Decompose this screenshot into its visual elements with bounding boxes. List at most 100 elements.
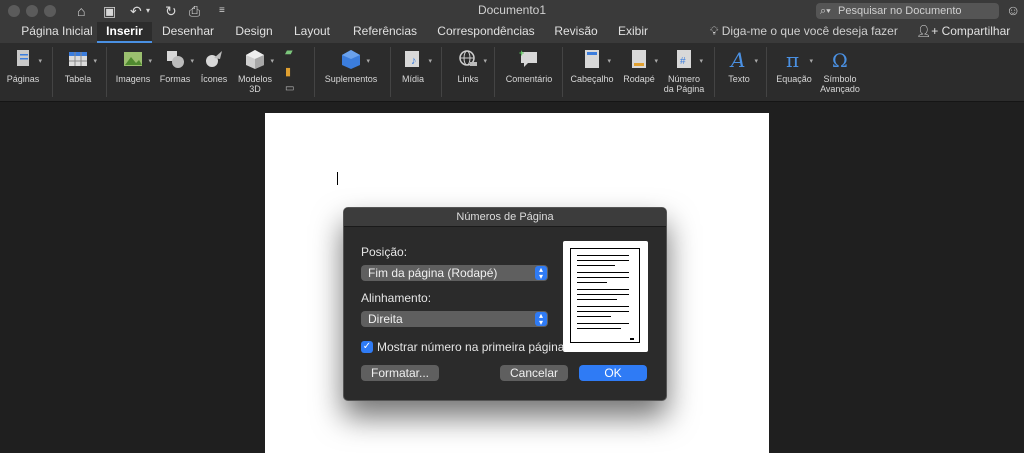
svg-text:♪: ♪ <box>411 55 417 67</box>
tab-layout[interactable]: Layout <box>288 22 336 43</box>
svg-text:π: π <box>786 48 799 70</box>
comment-icon: + <box>518 48 540 70</box>
images-button[interactable]: ▾ Imagens <box>113 45 153 84</box>
footer-button[interactable]: ▾ Rodapé <box>620 45 658 84</box>
equation-button[interactable]: π ▾ Equação <box>774 45 814 84</box>
header-icon: ▾ <box>581 48 611 70</box>
header-button[interactable]: ▾ Cabeçalho <box>566 45 618 84</box>
position-select[interactable]: Fim da página (Rodapé) ▴ ▾ <box>361 265 548 281</box>
text-button[interactable]: A ▾ Texto <box>722 45 758 84</box>
cube-icon: ▾ <box>244 48 274 70</box>
search-input[interactable]: ⌕▾ Pesquisar no Documento <box>816 3 999 19</box>
ribbon-separator <box>314 47 315 97</box>
tab-inserir[interactable]: Inserir <box>97 22 152 43</box>
globe-link-icon: ▾ <box>457 48 487 70</box>
ok-button[interactable]: OK <box>579 365 647 381</box>
page-number-button[interactable]: # ▾ Número da Página <box>661 45 707 94</box>
ribbon-tabs: Página Inicial Inserir Desenhar Design L… <box>0 22 1024 43</box>
advanced-symbol-button[interactable]: Ω Símbolo Avançado <box>817 45 863 94</box>
links-button[interactable]: ▾ Links <box>452 45 487 84</box>
search-placeholder: Pesquisar no Documento <box>838 5 962 17</box>
smartart-icon[interactable]: ▰ <box>285 47 293 58</box>
page-numbers-dialog: Números de Página Posição: Fim da página… <box>343 207 667 401</box>
small-tools-group: ▰ ▮ ▭ <box>283 47 303 99</box>
alignment-select[interactable]: Direita ▴ ▾ <box>361 311 548 327</box>
tab-revisao[interactable]: Revisão <box>548 22 604 43</box>
screenshot-icon[interactable]: ▭ <box>285 83 294 94</box>
links-label: Links <box>457 74 479 84</box>
ribbon-separator <box>106 47 107 97</box>
table-label: Tabela <box>64 74 92 84</box>
ribbon-separator <box>441 47 442 97</box>
page-number-marker <box>630 338 634 340</box>
comment-label: Comentário <box>505 74 553 84</box>
add-ins-button[interactable]: ▾ Suplementos <box>320 45 382 84</box>
header-label: Cabeçalho <box>570 74 614 84</box>
share-button[interactable]: 👤︎+ Compartilhar <box>916 22 1010 43</box>
text-label: Texto <box>728 74 750 84</box>
updown-chevron-icon: ▴ ▾ <box>535 312 547 327</box>
pages-label: Páginas <box>6 74 40 84</box>
pages-icon: ▾ <box>12 48 42 70</box>
shapes-label: Formas <box>159 74 191 84</box>
icons-icon <box>203 48 225 70</box>
images-label: Imagens <box>115 74 151 84</box>
ribbon-separator <box>52 47 53 97</box>
3d-models-button[interactable]: ▾ Modelos 3D <box>234 45 276 94</box>
chart-icon[interactable]: ▮ <box>285 65 291 78</box>
tab-exibir[interactable]: Exibir <box>612 22 654 43</box>
page-number-label-1: Número <box>667 74 700 84</box>
add-person-icon: 👤︎+ <box>916 24 942 38</box>
icons-button[interactable]: Ícones <box>198 45 230 84</box>
add-ins-icon: ▾ <box>340 48 370 70</box>
text-a-icon: A ▾ <box>729 48 758 72</box>
tab-correspondencias[interactable]: Correspondências <box>432 22 540 43</box>
shapes-icon: ▾ <box>164 48 194 70</box>
show-first-page-checkbox[interactable]: ✓ <box>361 341 373 353</box>
ribbon-insert: ▾ Páginas ▾ Tabela ▾ Imagens ▾ Formas Íc… <box>0 43 1024 102</box>
pages-button[interactable]: ▾ Páginas <box>6 45 42 84</box>
omega-icon: Ω <box>829 48 851 72</box>
lightbulb-icon: 💡︎ <box>710 24 722 38</box>
dialog-title: Números de Página <box>344 208 666 227</box>
svg-text:#: # <box>680 56 686 67</box>
media-label: Mídia <box>401 74 424 84</box>
advanced-symbol-label-1: Símbolo <box>823 74 857 84</box>
cancel-button[interactable]: Cancelar <box>500 365 568 381</box>
svg-text:A: A <box>729 48 745 70</box>
position-value: Fim da página (Rodapé) <box>368 266 498 280</box>
tell-me-box[interactable]: 💡︎ Diga-me o que você deseja fazer <box>710 22 898 43</box>
tab-design[interactable]: Design <box>229 22 279 43</box>
alignment-label: Alinhamento: <box>361 291 432 305</box>
title-bar: ⌂ ▣ ↶ ▾ ↻ ⎙ ≡ Documento1 ⌕▾ Pesquisar no… <box>0 0 1024 22</box>
svg-text:Ω: Ω <box>832 50 848 70</box>
page-preview <box>563 241 648 352</box>
tab-referencias[interactable]: Referências <box>345 22 425 43</box>
media-icon: ♪ ▾ <box>402 48 432 70</box>
comment-button[interactable]: + Comentário <box>502 45 556 84</box>
media-button[interactable]: ♪ ▾ Mídia <box>398 45 432 84</box>
table-icon: ▾ <box>67 48 97 70</box>
position-label: Posição: <box>361 245 408 259</box>
page-number-label-2: da Página <box>663 84 705 94</box>
icons-label: Ícones <box>200 74 228 84</box>
3d-models-label-2: 3D <box>249 84 261 94</box>
show-first-page-label: Mostrar número na primeira página <box>377 340 565 354</box>
pi-icon: π ▾ <box>786 48 813 72</box>
format-button[interactable]: Formatar... <box>361 365 439 381</box>
ribbon-separator <box>766 47 767 97</box>
feedback-smiley-icon[interactable]: ☺ <box>1006 2 1020 18</box>
shapes-button[interactable]: ▾ Formas <box>158 45 194 84</box>
page-number-icon: # ▾ <box>673 48 703 70</box>
alignment-value: Direita <box>368 312 403 326</box>
footer-icon: ▾ <box>628 48 658 70</box>
table-button[interactable]: ▾ Tabela <box>61 45 97 84</box>
tab-pagina-inicial[interactable]: Página Inicial <box>8 22 106 43</box>
3d-models-label-1: Modelos <box>237 74 273 84</box>
tab-desenhar[interactable]: Desenhar <box>157 22 219 43</box>
updown-chevron-icon: ▴ ▾ <box>535 266 547 281</box>
ribbon-separator <box>390 47 391 97</box>
svg-text:+: + <box>519 48 524 58</box>
tell-me-text: Diga-me o que você deseja fazer <box>721 24 898 38</box>
ribbon-separator <box>494 47 495 97</box>
